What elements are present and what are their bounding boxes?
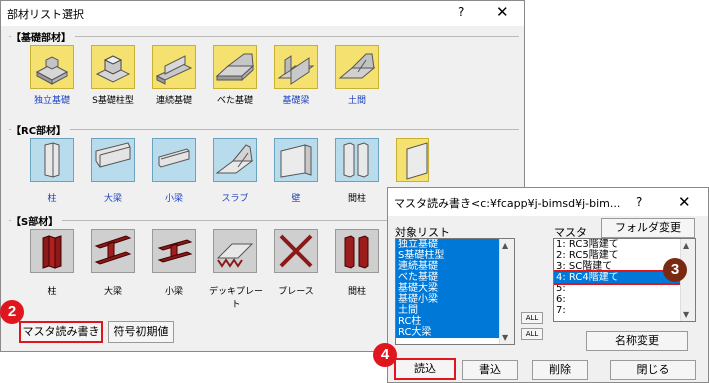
step-badge-4: 4 [373, 343, 397, 367]
item-foundation-beam: 基礎梁 [282, 96, 310, 106]
item-rc-slab: スラブ [221, 194, 249, 204]
rc-wall-icon[interactable] [274, 138, 318, 182]
master-item[interactable]: 1: RC3階建て [554, 239, 695, 250]
write-button[interactable]: 書込 [462, 360, 518, 380]
item-rc-girder: 大梁 [103, 194, 122, 204]
group-foundation: 【基礎部材】 [9, 29, 519, 44]
group-steel: 【S部材】 [9, 213, 389, 228]
master-read-write-button[interactable]: マスタ読み書き [19, 321, 103, 343]
rc-column-icon[interactable] [30, 138, 74, 182]
mat-foundation-icon[interactable] [213, 45, 257, 89]
target-item[interactable]: S基礎柱型 [396, 250, 514, 261]
target-item[interactable]: RC柱 [396, 316, 514, 327]
member-list-titlebar: 部材リスト選択 ? ✕ [1, 1, 524, 26]
rc-beam-icon[interactable] [152, 138, 196, 182]
master-scrollbar[interactable]: ▲ ▼ [680, 239, 695, 321]
rename-button[interactable]: 名称変更 [586, 331, 688, 351]
target-item[interactable]: RC大梁 [396, 327, 514, 338]
group-rc: 【RC部材】 [9, 122, 519, 137]
step-badge-2: 2 [0, 300, 24, 324]
target-item[interactable]: 連続基礎 [396, 261, 514, 272]
master-read-write-dialog: マスタ読み書き<c:¥fcapp¥j-bimsd¥j-bim... ? ✕ 対象… [387, 187, 709, 383]
select-all-button[interactable]: ALL [521, 312, 543, 324]
steel-stud-icon[interactable] [335, 229, 379, 273]
target-item[interactable]: 土間 [396, 305, 514, 316]
target-item[interactable]: べた基礎 [396, 272, 514, 283]
rc-slab-icon[interactable] [213, 138, 257, 182]
target-item[interactable]: 基礎小梁 [396, 294, 514, 305]
item-rc-column: 柱 [47, 194, 57, 204]
item-mat-foundation: べた基礎 [216, 96, 253, 106]
master-titlebar: マスタ読み書き<c:¥fcapp¥j-bimsd¥j-bim... ? ✕ [388, 188, 708, 216]
item-rc-stud: 間柱 [347, 194, 366, 204]
master-item[interactable]: 6: [554, 294, 695, 305]
item-strip-footing: 連続基礎 [155, 96, 192, 106]
close-button[interactable]: 閉じる [610, 360, 696, 380]
rc-girder-icon[interactable] [91, 138, 135, 182]
member-list-title: 部材リスト選択 [7, 8, 84, 21]
steel-girder-icon[interactable] [91, 229, 135, 273]
step-badge-3: 3 [663, 258, 687, 282]
item-steel-column: 柱 [47, 287, 57, 297]
target-item[interactable]: 独立基礎 [396, 239, 514, 250]
item-brace: ブレース [278, 287, 314, 297]
slab-on-grade-icon[interactable] [335, 45, 379, 89]
isolated-footing-icon[interactable] [30, 45, 74, 89]
deselect-all-button[interactable]: ALL [521, 328, 543, 340]
strip-footing-icon[interactable] [152, 45, 196, 89]
master-close-icon[interactable]: ✕ [678, 193, 691, 211]
steel-pedestal-icon[interactable] [91, 45, 135, 89]
item-rc-wall: 壁 [291, 194, 301, 204]
rc-misc-icon[interactable] [396, 138, 429, 182]
master-help-icon[interactable]: ? [636, 195, 642, 209]
group-rc-label: 【RC部材】 [11, 122, 71, 137]
item-steel-pedestal: S基礎柱型 [92, 96, 134, 106]
brace-icon[interactable] [274, 229, 318, 273]
master-item[interactable]: 7: [554, 305, 695, 316]
select-all-label: ALL [525, 314, 539, 322]
item-steel-girder: 大梁 [103, 287, 122, 297]
item-isolated-footing: 独立基礎 [33, 96, 70, 106]
item-rc-beam: 小梁 [164, 194, 183, 204]
steel-column-icon[interactable] [30, 229, 74, 273]
master-item[interactable]: 5: [554, 283, 695, 294]
item-slab-on-grade: 土間 [347, 96, 366, 106]
item-steel-beam: 小梁 [164, 287, 183, 297]
help-icon[interactable]: ? [458, 5, 464, 19]
foundation-beam-icon[interactable] [274, 45, 318, 89]
close-icon[interactable]: ✕ [496, 3, 509, 21]
read-button[interactable]: 読込 [394, 358, 456, 380]
deck-plate-icon[interactable] [213, 229, 257, 273]
steel-beam-icon[interactable] [152, 229, 196, 273]
deselect-all-label: ALL [525, 330, 539, 338]
rc-stud-icon[interactable] [335, 138, 379, 182]
target-list[interactable]: 独立基礎 S基礎柱型 連続基礎 べた基礎 基礎大梁 基礎小梁 土間 RC柱 RC… [395, 238, 515, 345]
folder-change-button[interactable]: フォルダ変更 [601, 218, 695, 238]
group-foundation-label: 【基礎部材】 [11, 29, 75, 44]
target-scrollbar[interactable]: ▲ ▼ [499, 239, 514, 344]
delete-button[interactable]: 削除 [532, 360, 588, 380]
group-steel-label: 【S部材】 [11, 213, 63, 228]
item-steel-stud: 間柱 [347, 287, 366, 297]
symbol-initial-button[interactable]: 符号初期値 [108, 321, 174, 343]
master-title: マスタ読み書き<c:¥fcapp¥j-bimsd¥j-bim... [394, 197, 621, 210]
target-item[interactable]: 基礎大梁 [396, 283, 514, 294]
item-deck-plate: デッキプレート [208, 287, 263, 310]
